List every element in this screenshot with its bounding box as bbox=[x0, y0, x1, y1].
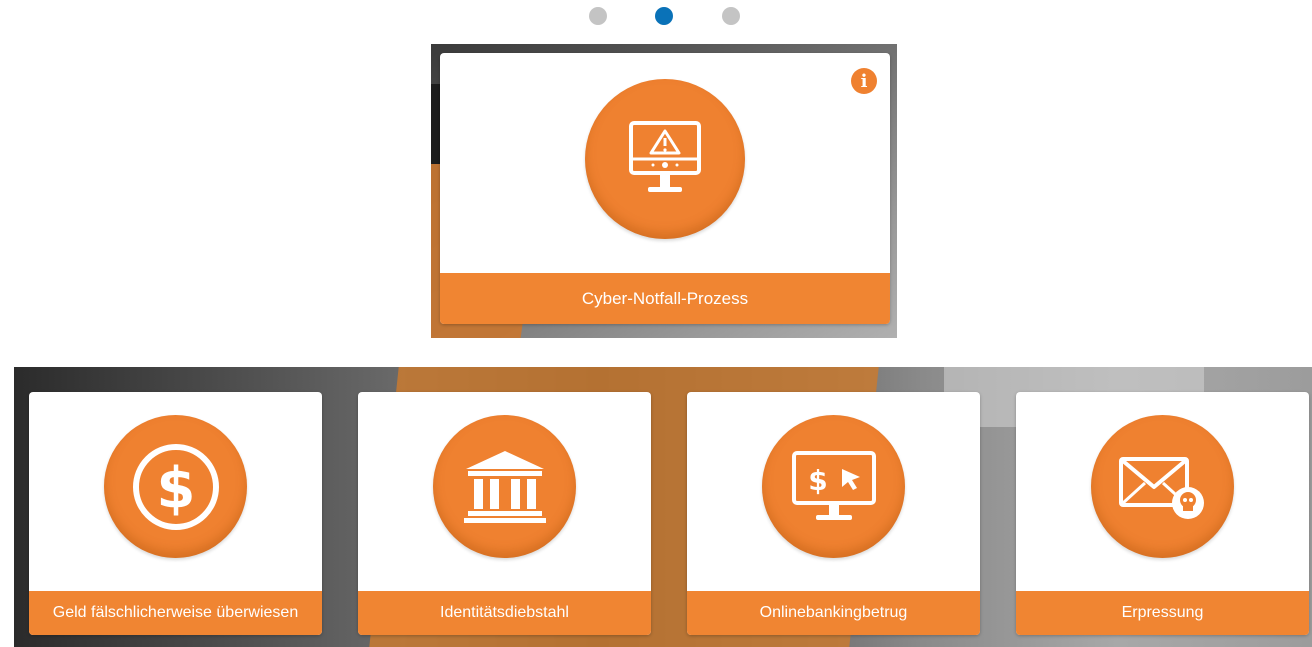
card-title: Cyber-Notfall-Prozess bbox=[440, 273, 890, 324]
tile-title: Onlinebankingbetrug bbox=[687, 591, 980, 635]
carousel-pagination bbox=[0, 7, 1312, 25]
tile-title: Identitätsdiebstahl bbox=[358, 591, 651, 635]
tile-title: Erpressung bbox=[1016, 591, 1309, 635]
cyber-emergency-process-card[interactable]: i Cyber-Notfall-Prozess bbox=[440, 53, 890, 324]
carousel-dot-2[interactable] bbox=[655, 7, 673, 25]
page: i Cyber-Notfall-Prozess $ Geld fälschlic… bbox=[0, 0, 1312, 647]
info-icon[interactable]: i bbox=[851, 68, 877, 94]
mail-skull-icon bbox=[1091, 415, 1234, 558]
carousel-dot-3[interactable] bbox=[722, 7, 740, 25]
tiles-section: $ Geld fälschlicherweise überwiesen Iden… bbox=[14, 367, 1312, 647]
dollar-icon: $ bbox=[104, 415, 247, 558]
tile-identity-theft[interactable]: Identitätsdiebstahl bbox=[358, 392, 651, 635]
tile-title: Geld fälschlicherweise überwiesen bbox=[29, 591, 322, 635]
hero-banner: i Cyber-Notfall-Prozess bbox=[431, 44, 897, 338]
svg-text:$: $ bbox=[156, 456, 195, 521]
svg-text:$: $ bbox=[808, 464, 827, 497]
tile-online-banking-fraud[interactable]: $ Onlinebankingbetrug bbox=[687, 392, 980, 635]
bank-icon bbox=[433, 415, 576, 558]
tile-wrong-transfer[interactable]: $ Geld fälschlicherweise überwiesen bbox=[29, 392, 322, 635]
carousel-dot-1[interactable] bbox=[589, 7, 607, 25]
monitor-dollar-icon: $ bbox=[762, 415, 905, 558]
tile-extortion[interactable]: Erpressung bbox=[1016, 392, 1309, 635]
monitor-warning-icon bbox=[585, 79, 745, 239]
